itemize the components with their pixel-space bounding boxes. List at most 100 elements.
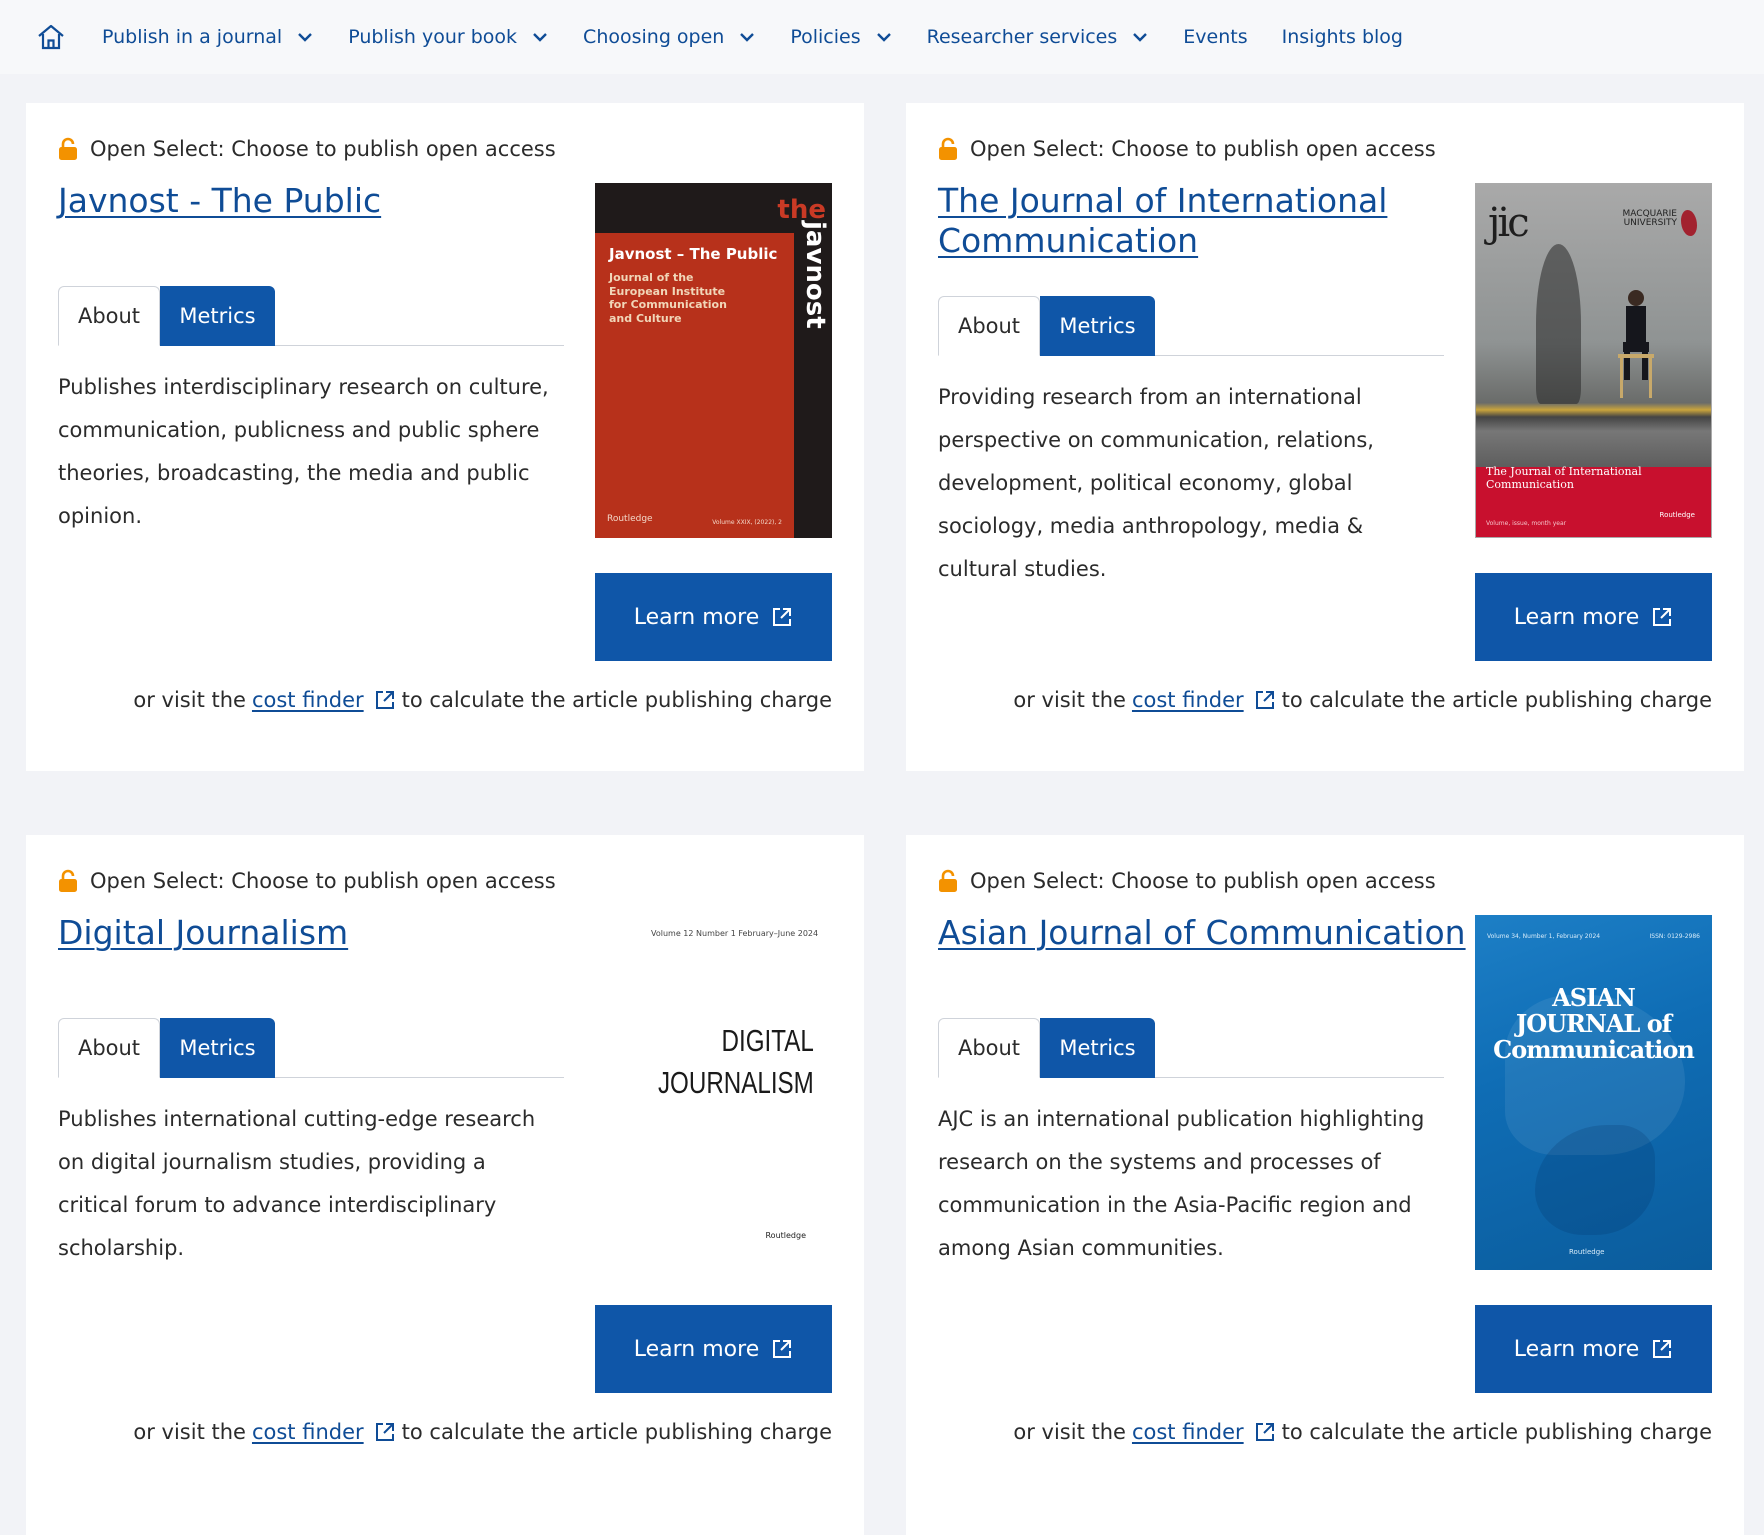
cost-finder-link[interactable]: cost finder xyxy=(1132,688,1244,712)
cost-finder-line: or visit the cost finder to calculate th… xyxy=(133,1420,832,1444)
journal-title-link[interactable]: Asian Journal of Communication xyxy=(938,913,1498,953)
nav-label: Events xyxy=(1183,26,1248,48)
open-select-label: Open Select: Choose to publish open acce… xyxy=(938,137,1436,161)
journal-cover-image[interactable]: Volume 12 Number 1 February–June 2024 DI… xyxy=(595,915,832,1270)
tab-metrics[interactable]: Metrics xyxy=(160,286,275,346)
journal-description: Publishes interdisciplinary research on … xyxy=(58,375,549,528)
cover-title-line2: JOURNAL of xyxy=(1515,1009,1672,1038)
cover-university-crest xyxy=(1681,210,1697,236)
open-select-text: Open Select: Choose to publish open acce… xyxy=(90,137,556,161)
cover-publisher: Routledge xyxy=(765,1231,806,1240)
tab-metrics[interactable]: Metrics xyxy=(160,1018,275,1078)
cost-finder-link[interactable]: cost finder xyxy=(252,1420,364,1444)
nav-label: Publish your book xyxy=(348,26,518,48)
tab-about[interactable]: About xyxy=(938,296,1040,356)
open-select-text: Open Select: Choose to publish open acce… xyxy=(90,869,556,893)
unlocked-padlock-icon xyxy=(59,137,77,160)
journal-title-link[interactable]: Digital Journalism xyxy=(58,913,598,953)
cover-jic-logo: jic xyxy=(1488,200,1530,246)
cover-seated-man xyxy=(1618,290,1654,398)
cover-vertical-title: javnost xyxy=(800,221,830,329)
cover-title: Javnost – The Public xyxy=(609,245,778,263)
nav-choosing-open[interactable]: Choosing open xyxy=(583,26,756,48)
tab-metrics[interactable]: Metrics xyxy=(1040,1018,1155,1078)
journal-card-digital-journalism: Open Select: Choose to publish open acce… xyxy=(26,835,864,1535)
cost-finder-link[interactable]: cost finder xyxy=(252,688,364,712)
cover-title-line1: ASIAN xyxy=(1552,983,1636,1012)
learn-more-button[interactable]: Learn more xyxy=(595,1305,832,1393)
tab-about[interactable]: About xyxy=(938,1018,1040,1078)
cover-volume: Volume XXIX, (2022), 2 xyxy=(712,519,782,526)
nav-label: Publish in a journal xyxy=(102,26,283,48)
external-link-icon xyxy=(375,691,394,709)
chevron-down-icon xyxy=(533,33,547,42)
cost-suffix: to calculate the article publishing char… xyxy=(1281,688,1712,712)
learn-more-button[interactable]: Learn more xyxy=(595,573,832,661)
cover-title: DIGITAL JOURNALISM xyxy=(658,1020,814,1104)
external-link-icon xyxy=(1255,1423,1274,1441)
journal-tabs: About Metrics xyxy=(938,296,1444,356)
cost-prefix: or visit the xyxy=(1013,1420,1126,1444)
cover-shadow-figure xyxy=(1536,244,1581,404)
nav-publish-in-journal[interactable]: Publish in a journal xyxy=(102,26,314,48)
tab-about[interactable]: About xyxy=(58,286,160,346)
journal-description: Providing research from an international… xyxy=(938,385,1374,581)
nav-researcher-services[interactable]: Researcher services xyxy=(927,26,1150,48)
cover-title: The Journal of International Communicati… xyxy=(1486,465,1642,491)
external-link-icon xyxy=(375,1423,394,1441)
cost-prefix: or visit the xyxy=(133,1420,246,1444)
cost-finder-line: or visit the cost finder to calculate th… xyxy=(1013,688,1712,712)
external-link-icon xyxy=(773,608,792,626)
nav-events[interactable]: Events xyxy=(1183,26,1247,48)
learn-more-label: Learn more xyxy=(1513,1336,1640,1362)
cover-title-line1: DIGITAL xyxy=(721,1023,814,1058)
cover-university: MACQUARIE UNIVERSITY xyxy=(1622,209,1677,228)
cost-prefix: or visit the xyxy=(133,688,246,712)
open-select-label: Open Select: Choose to publish open acce… xyxy=(58,869,556,893)
cost-prefix: or visit the xyxy=(1013,688,1126,712)
top-navigation: Publish in a journal Publish your book C… xyxy=(0,0,1764,74)
home-icon[interactable] xyxy=(36,20,70,54)
journal-description: AJC is an international publication high… xyxy=(938,1107,1425,1260)
nav-insights-blog[interactable]: Insights blog xyxy=(1282,26,1403,48)
journal-tabs: About Metrics xyxy=(938,1018,1444,1078)
cost-suffix: to calculate the article publishing char… xyxy=(401,688,832,712)
learn-more-button[interactable]: Learn more xyxy=(1475,573,1712,661)
journal-card-ajc: Open Select: Choose to publish open acce… xyxy=(906,835,1744,1535)
journal-cover-image[interactable]: Volume 34, Number 1, February 2024 ISSN:… xyxy=(1475,915,1712,1270)
cover-title-line3: Communication xyxy=(1493,1035,1695,1064)
journal-tabs: About Metrics xyxy=(58,1018,564,1078)
nav-policies[interactable]: Policies xyxy=(790,26,892,48)
learn-more-label: Learn more xyxy=(633,604,760,630)
external-link-icon xyxy=(1653,608,1672,626)
cover-header: Volume 34, Number 1, February 2024 xyxy=(1487,933,1601,940)
journal-card-javnost: Open Select: Choose to publish open acce… xyxy=(26,103,864,771)
learn-more-label: Learn more xyxy=(1513,604,1640,630)
journal-cover-image[interactable]: jic MACQUARIE UNIVERSITY The Journal of … xyxy=(1475,183,1712,538)
cover-issn: ISSN: 0129-2986 xyxy=(1649,933,1700,940)
chevron-down-icon xyxy=(1133,33,1148,42)
chevron-down-icon xyxy=(876,33,891,42)
cost-finder-line: or visit the cost finder to calculate th… xyxy=(1013,1420,1712,1444)
open-select-label: Open Select: Choose to publish open acce… xyxy=(938,869,1436,893)
cost-finder-link[interactable]: cost finder xyxy=(1132,1420,1244,1444)
tab-metrics[interactable]: Metrics xyxy=(1040,296,1155,356)
journal-cover-image[interactable]: the javnost Javnost – The Public Journal… xyxy=(595,183,832,538)
nav-label: Policies xyxy=(790,26,861,48)
cover-title: ASIAN JOURNAL of Communication xyxy=(1475,985,1712,1063)
journal-title-link[interactable]: The Journal of International Communicati… xyxy=(938,181,1478,261)
unlocked-padlock-icon xyxy=(939,869,957,892)
unlocked-padlock-icon xyxy=(59,869,77,892)
open-select-text: Open Select: Choose to publish open acce… xyxy=(970,137,1436,161)
learn-more-label: Learn more xyxy=(633,1336,760,1362)
nav-publish-your-book[interactable]: Publish your book xyxy=(348,26,549,48)
nav-label: Insights blog xyxy=(1281,26,1403,48)
journal-tabs: About Metrics xyxy=(58,286,564,346)
cost-suffix: to calculate the article publishing char… xyxy=(1281,1420,1712,1444)
unlocked-padlock-icon xyxy=(939,137,957,160)
journal-description: Publishes international cutting-edge res… xyxy=(58,1107,536,1260)
journal-title-link[interactable]: Javnost - The Public xyxy=(58,181,598,221)
chevron-down-icon xyxy=(298,33,313,42)
learn-more-button[interactable]: Learn more xyxy=(1475,1305,1712,1393)
tab-about[interactable]: About xyxy=(58,1018,160,1078)
